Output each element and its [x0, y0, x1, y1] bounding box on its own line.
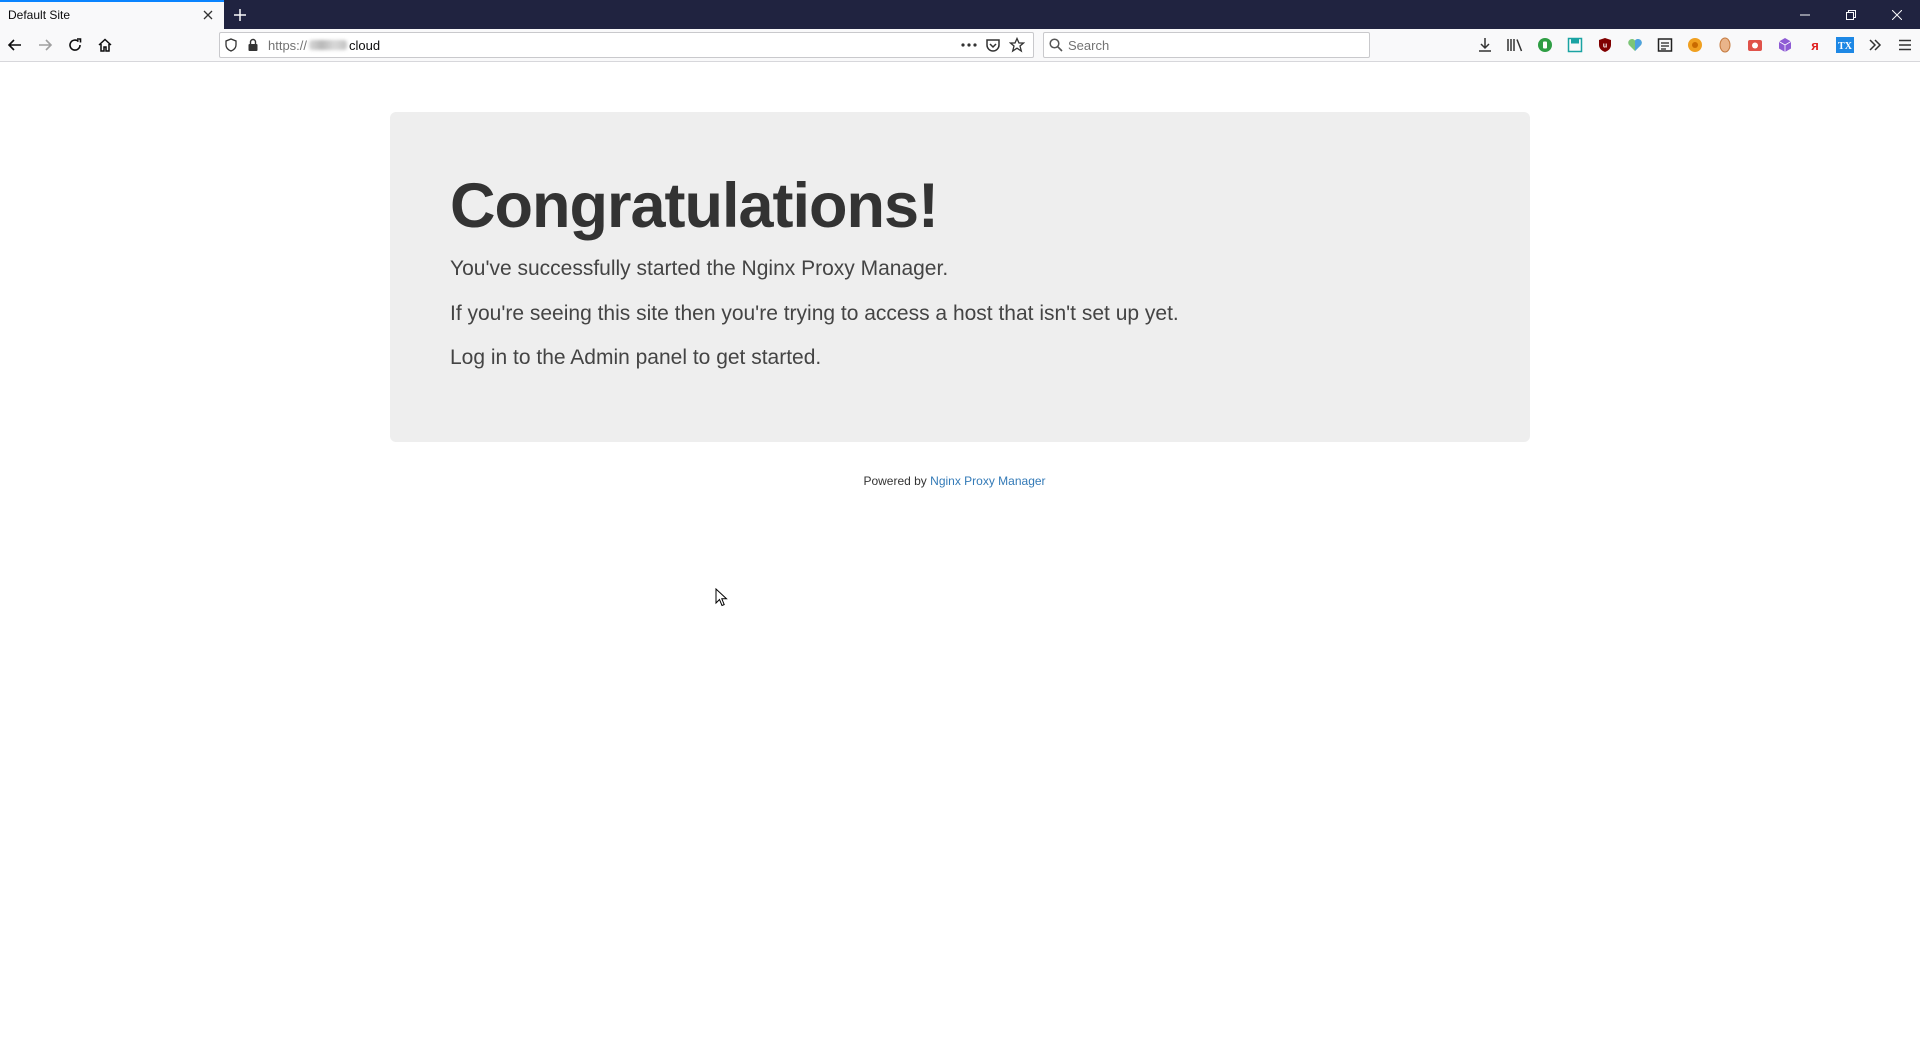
green-circle-extension-icon[interactable] [1530, 31, 1560, 59]
url-text: https:// cloud [264, 38, 957, 53]
library-icon[interactable] [1500, 31, 1530, 59]
new-tab-button[interactable] [224, 0, 256, 29]
tab-title: Default Site [8, 7, 71, 22]
welcome-panel: Congratulations! You've successfully sta… [390, 112, 1530, 442]
svg-text:u: u [1603, 43, 1607, 50]
search-icon [1044, 33, 1068, 57]
heart-extension-icon[interactable] [1620, 31, 1650, 59]
back-arrow-icon [7, 39, 21, 51]
tab-strip: Default Site [0, 0, 1920, 29]
restore-icon [1846, 9, 1856, 20]
minimize-icon [1800, 14, 1810, 15]
close-window-button[interactable] [1874, 0, 1920, 29]
cube-extension-icon[interactable] [1770, 31, 1800, 59]
svg-text:я: я [1811, 38, 1819, 53]
reload-icon [69, 38, 82, 51]
navigation-toolbar: https:// cloud Search u я TX [0, 29, 1920, 62]
footer: Powered by Nginx Proxy Manager [0, 474, 1920, 488]
red-camera-extension-icon[interactable] [1740, 31, 1770, 59]
star-icon [1009, 37, 1025, 53]
svg-text:TX: TX [1838, 41, 1853, 52]
search-bar[interactable] [1043, 32, 1370, 58]
page-title: Congratulations! [450, 171, 939, 241]
admin-login-paragraph: Log in to the Admin panel to get started… [450, 345, 822, 369]
menu-icon[interactable] [1890, 31, 1920, 59]
forward-arrow-icon [39, 39, 53, 51]
pocket-button[interactable] [981, 33, 1005, 57]
back-button[interactable] [0, 31, 30, 59]
url-protocol: https:// [268, 37, 308, 53]
close-tab-icon[interactable] [196, 3, 220, 27]
host-not-setup-paragraph: If you're seeing this site then you're t… [450, 301, 1179, 325]
bookmark-star-button[interactable] [1005, 33, 1029, 57]
home-button[interactable] [90, 31, 120, 59]
tx-extension-icon[interactable]: TX [1830, 31, 1860, 59]
shield-extension-icon[interactable] [1710, 31, 1740, 59]
forward-button[interactable] [30, 31, 60, 59]
url-bar[interactable]: https:// cloud [219, 32, 1034, 58]
yandex-icon[interactable]: я [1800, 31, 1830, 59]
download-icon[interactable] [1470, 31, 1500, 59]
plus-icon [234, 8, 246, 21]
tab-default-site[interactable]: Default Site [0, 0, 224, 29]
page-actions-button[interactable] [957, 33, 981, 57]
redacted-url-segment [309, 40, 348, 50]
tab-strip-spacer [256, 0, 1782, 29]
toolbar-icons: u я TX [1470, 31, 1920, 59]
home-icon [98, 38, 112, 52]
url-actions [957, 33, 1033, 57]
pocket-icon [986, 39, 1000, 52]
search-input[interactable] [1068, 37, 1348, 53]
save-extension-icon[interactable] [1560, 31, 1590, 59]
orange-extension-icon[interactable] [1680, 31, 1710, 59]
restore-button[interactable] [1828, 0, 1874, 29]
url-domain: cloud [349, 37, 381, 53]
overflow-icon[interactable] [1860, 31, 1890, 59]
minimize-button[interactable] [1782, 0, 1828, 29]
page-content: Congratulations! You've successfully sta… [0, 62, 1920, 1050]
intro-paragraph: You've successfully started the Nginx Pr… [450, 257, 949, 281]
tracking-protection-shield-icon[interactable] [220, 33, 242, 57]
reader-extension-icon[interactable] [1650, 31, 1680, 59]
more-dots-icon [961, 43, 977, 47]
nginx-proxy-manager-link[interactable]: Nginx Proxy Manager [930, 474, 1045, 488]
footer-powered-by: Powered by [863, 474, 927, 488]
close-icon [1892, 9, 1902, 20]
mouse-cursor-icon [715, 588, 728, 607]
reload-button[interactable] [60, 31, 90, 59]
ublock-icon[interactable]: u [1590, 31, 1620, 59]
lock-icon[interactable] [242, 33, 264, 57]
